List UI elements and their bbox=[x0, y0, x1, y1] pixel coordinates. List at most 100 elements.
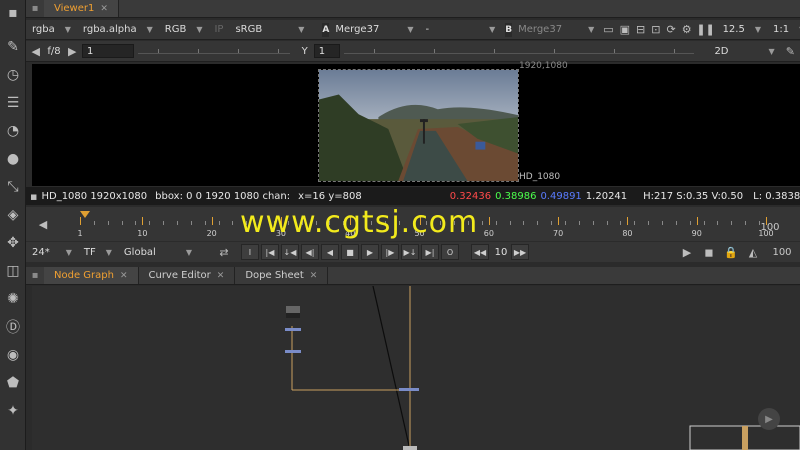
info-format: HD_1080 1920x1080 bbox=[41, 190, 148, 202]
timeline-major-tick bbox=[627, 217, 629, 225]
timeline-tick bbox=[509, 221, 511, 225]
flipbook-icon[interactable]: ▶ bbox=[679, 245, 695, 259]
particles-icon[interactable]: ✺ bbox=[4, 290, 22, 308]
color-icon[interactable]: ◔ bbox=[4, 122, 22, 140]
pane-menu-icon[interactable]: ▪ bbox=[4, 4, 22, 22]
gamma-input[interactable]: 1 bbox=[313, 44, 341, 58]
stop-icon[interactable]: ■ bbox=[340, 244, 359, 260]
in-point-button[interactable]: I bbox=[240, 244, 259, 260]
timeline-label: 90 bbox=[691, 229, 702, 238]
tab-dope-sheet[interactable]: Dope Sheet ✕ bbox=[235, 267, 329, 284]
pane-corner-icon[interactable]: ▪ bbox=[26, 267, 44, 284]
proxy-dropdown[interactable]: 1:1▼ bbox=[767, 22, 800, 38]
first-frame-icon[interactable]: |◀ bbox=[260, 244, 279, 260]
pause-icon[interactable]: ❚❚ bbox=[696, 23, 714, 37]
prev-keyframe-icon[interactable]: ↓◀ bbox=[280, 244, 299, 260]
3d-icon[interactable]: ◫ bbox=[4, 262, 22, 280]
channel-icon[interactable]: ☰ bbox=[4, 94, 22, 112]
lock-icon[interactable]: 🔒 bbox=[723, 245, 739, 259]
info-b-value: 0.49891 bbox=[540, 190, 582, 202]
increment-value[interactable]: 10 bbox=[491, 245, 511, 259]
timeline-end-value: 100 bbox=[760, 221, 780, 233]
display-dropdown[interactable]: RGB ▼ bbox=[159, 22, 209, 38]
timeline-major-tick bbox=[696, 217, 698, 225]
camera-icon[interactable]: ✎ bbox=[784, 44, 797, 58]
filter-icon[interactable]: ● bbox=[4, 150, 22, 168]
tab-viewer1[interactable]: Viewer1 ✕ bbox=[44, 0, 119, 17]
alpha-channel-dropdown[interactable]: rgba.alpha ▼ bbox=[77, 22, 159, 38]
b-input-value: Merge37 bbox=[518, 24, 563, 35]
composite-dropdown[interactable]: - ▼ bbox=[419, 22, 501, 38]
chevron-down-icon: ▼ bbox=[489, 25, 496, 34]
play-overlay-icon[interactable]: ▶ bbox=[758, 408, 780, 430]
timeline-label: 10 bbox=[137, 229, 148, 238]
timeline-tick bbox=[634, 221, 636, 225]
scope-dropdown[interactable]: Global ▼ bbox=[118, 244, 198, 260]
settings-icon[interactable]: ⚙ bbox=[682, 23, 692, 37]
playhead-icon[interactable] bbox=[80, 211, 90, 218]
transform-icon[interactable]: ✥ bbox=[4, 234, 22, 252]
gain-input[interactable]: 1 bbox=[81, 44, 134, 58]
close-icon[interactable]: ✕ bbox=[120, 271, 128, 281]
node-graph-canvas[interactable]: ▶ bbox=[32, 286, 800, 450]
metadata-icon[interactable]: ⬟ bbox=[4, 374, 22, 392]
record-icon[interactable]: ◼ bbox=[701, 245, 717, 259]
info-toggle-icon[interactable]: ▪ bbox=[30, 189, 37, 203]
merge-icon[interactable]: ◈ bbox=[4, 206, 22, 224]
timeline-label: 70 bbox=[553, 229, 564, 238]
viewer-viewport[interactable]: 1920,1080 HD_1080 bbox=[32, 61, 800, 186]
view-mode-dropdown[interactable]: 2D ▼ bbox=[708, 43, 780, 59]
close-icon[interactable]: ✕ bbox=[100, 4, 108, 14]
keyer-icon[interactable]: ⤡ bbox=[4, 178, 22, 196]
skip-forward-icon[interactable]: ▶▶ bbox=[510, 244, 529, 260]
play-icon[interactable]: ▶ bbox=[360, 244, 379, 260]
out-point-button[interactable]: O bbox=[440, 244, 459, 260]
timeline-tick bbox=[578, 221, 580, 225]
b-input-dropdown[interactable]: Merge37 ▼ bbox=[512, 22, 600, 38]
skip-back-icon[interactable]: ◀◀ bbox=[470, 244, 489, 260]
last-frame-icon[interactable]: ▶| bbox=[420, 244, 439, 260]
next-keyframe-icon[interactable]: ▶↓ bbox=[400, 244, 419, 260]
toolsets-icon[interactable]: ✦ bbox=[4, 402, 22, 420]
playback-mode-icon[interactable]: ⇄ bbox=[216, 245, 232, 259]
gain-slider[interactable] bbox=[137, 44, 290, 58]
views-icon[interactable]: ◉ bbox=[4, 346, 22, 364]
audio-icon[interactable]: ◭ bbox=[745, 245, 761, 259]
zoom-dropdown[interactable]: 12.5 ▼ bbox=[717, 22, 767, 38]
colorspace-dropdown[interactable]: sRGB ▼ bbox=[229, 22, 310, 38]
refresh-icon[interactable]: ⟳ bbox=[666, 23, 675, 37]
tab-curve-editor[interactable]: Curve Editor ✕ bbox=[139, 267, 236, 284]
channels-dropdown[interactable]: rgba ▼ bbox=[26, 22, 77, 38]
tf-dropdown[interactable]: TF ▼ bbox=[78, 244, 118, 260]
gamma-slider[interactable] bbox=[344, 44, 695, 58]
deep-icon[interactable]: Ⓓ bbox=[4, 318, 22, 336]
close-icon[interactable]: ✕ bbox=[217, 271, 225, 281]
tab-viewer1-label: Viewer1 bbox=[54, 3, 95, 14]
tab-node-graph[interactable]: Node Graph ✕ bbox=[44, 267, 139, 284]
play-back-icon[interactable]: ◀ bbox=[320, 244, 339, 260]
play-forward-icon[interactable]: ▶ bbox=[66, 44, 79, 58]
time-icon[interactable]: ◷ bbox=[4, 66, 22, 84]
safe-area-icon[interactable]: ▣ bbox=[620, 23, 630, 37]
timeline-tick bbox=[675, 221, 677, 225]
draw-tools-icon[interactable]: ✎ bbox=[4, 38, 22, 56]
chevron-down-icon: ▼ bbox=[105, 247, 112, 257]
a-input-dropdown[interactable]: Merge37 ▼ bbox=[329, 22, 419, 38]
timeline-tick bbox=[620, 221, 622, 225]
frame-offset-icon[interactable]: ◀ bbox=[35, 217, 51, 231]
play-reverse-icon[interactable]: ◀ bbox=[29, 44, 42, 58]
step-back-icon[interactable]: ◀| bbox=[300, 244, 319, 260]
step-forward-icon[interactable]: |▶ bbox=[380, 244, 399, 260]
timeline-tick bbox=[218, 221, 220, 225]
clipping-icon[interactable]: ⊟ bbox=[636, 23, 645, 37]
roi-icon[interactable]: ▭ bbox=[603, 23, 613, 37]
ip-toggle[interactable]: IP bbox=[208, 22, 229, 38]
fps-dropdown[interactable]: 24* ▼ bbox=[26, 244, 78, 260]
wipe-icon[interactable]: ⊡ bbox=[651, 23, 660, 37]
pane-corner-icon[interactable]: ▪ bbox=[26, 0, 44, 17]
close-icon[interactable]: ✕ bbox=[310, 271, 318, 281]
fstop-label: f/8 bbox=[47, 45, 61, 57]
timeline-tick bbox=[731, 221, 733, 225]
chevron-down-icon: ▼ bbox=[298, 25, 305, 34]
info-r-value: 0.32436 bbox=[449, 190, 492, 202]
